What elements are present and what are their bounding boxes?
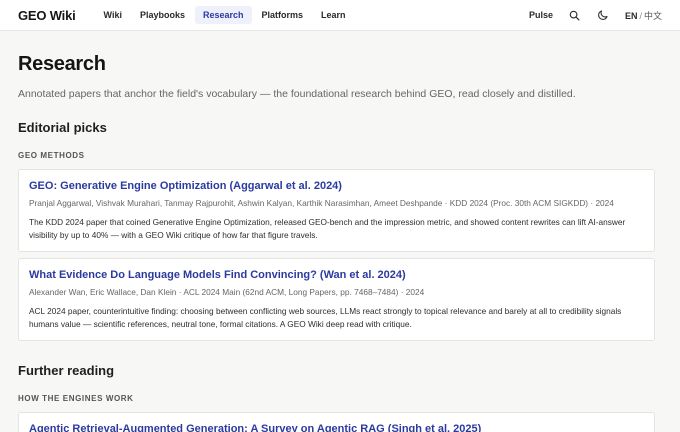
nav-item-wiki[interactable]: Wiki (96, 6, 130, 24)
paper-meta: Alexander Wan, Eric Wallace, Dan Klein ·… (29, 287, 425, 297)
main-nav: Wiki Playbooks Research Platforms Learn (96, 6, 354, 24)
nav-item-playbooks[interactable]: Playbooks (132, 6, 193, 24)
subhead-geo-methods: GEO METHODS (18, 151, 85, 160)
language-switcher[interactable]: EN / 中文 (625, 9, 662, 22)
paper-card: Agentic Retrieval-Augmented Generation: … (18, 412, 655, 432)
page-intro: Annotated papers that anchor the field's… (18, 88, 576, 100)
lang-separator: / (639, 10, 642, 21)
lang-alternate[interactable]: 中文 (644, 11, 662, 21)
paper-title-link[interactable]: Agentic Retrieval-Augmented Generation: … (29, 423, 644, 432)
pulse-link[interactable]: Pulse (529, 10, 553, 20)
top-navigation-bar: GEO Wiki Wiki Playbooks Research Platfor… (0, 0, 680, 31)
page-title: Research (18, 53, 106, 75)
paper-card: What Evidence Do Language Models Find Co… (18, 258, 655, 341)
paper-description: The KDD 2024 paper that coined Generativ… (29, 217, 626, 240)
nav-item-research[interactable]: Research (194, 6, 252, 24)
search-icon[interactable] (569, 9, 581, 21)
paper-title-link[interactable]: What Evidence Do Language Models Find Co… (29, 269, 644, 281)
nav-right-group: Pulse EN / 中文 (529, 9, 662, 22)
lang-current[interactable]: EN (625, 11, 638, 21)
section-editorial-picks: Editorial picks (18, 120, 107, 135)
paper-title-link[interactable]: GEO: Generative Engine Optimization (Agg… (29, 180, 644, 192)
paper-card: GEO: Generative Engine Optimization (Agg… (18, 169, 655, 252)
subhead-how-engines-work: HOW THE ENGINES WORK (18, 394, 134, 403)
nav-item-platforms[interactable]: Platforms (254, 6, 312, 24)
section-further-reading: Further reading (18, 363, 115, 378)
site-logo[interactable]: GEO Wiki (18, 8, 76, 23)
main-content: Research Annotated papers that anchor th… (0, 53, 680, 432)
moon-icon[interactable] (597, 9, 609, 21)
paper-meta: Pranjal Aggarwal, Vishvak Murahari, Tanm… (29, 198, 614, 208)
nav-item-learn[interactable]: Learn (313, 6, 354, 24)
paper-description: ACL 2024 paper, counterintuitive finding… (29, 306, 622, 329)
